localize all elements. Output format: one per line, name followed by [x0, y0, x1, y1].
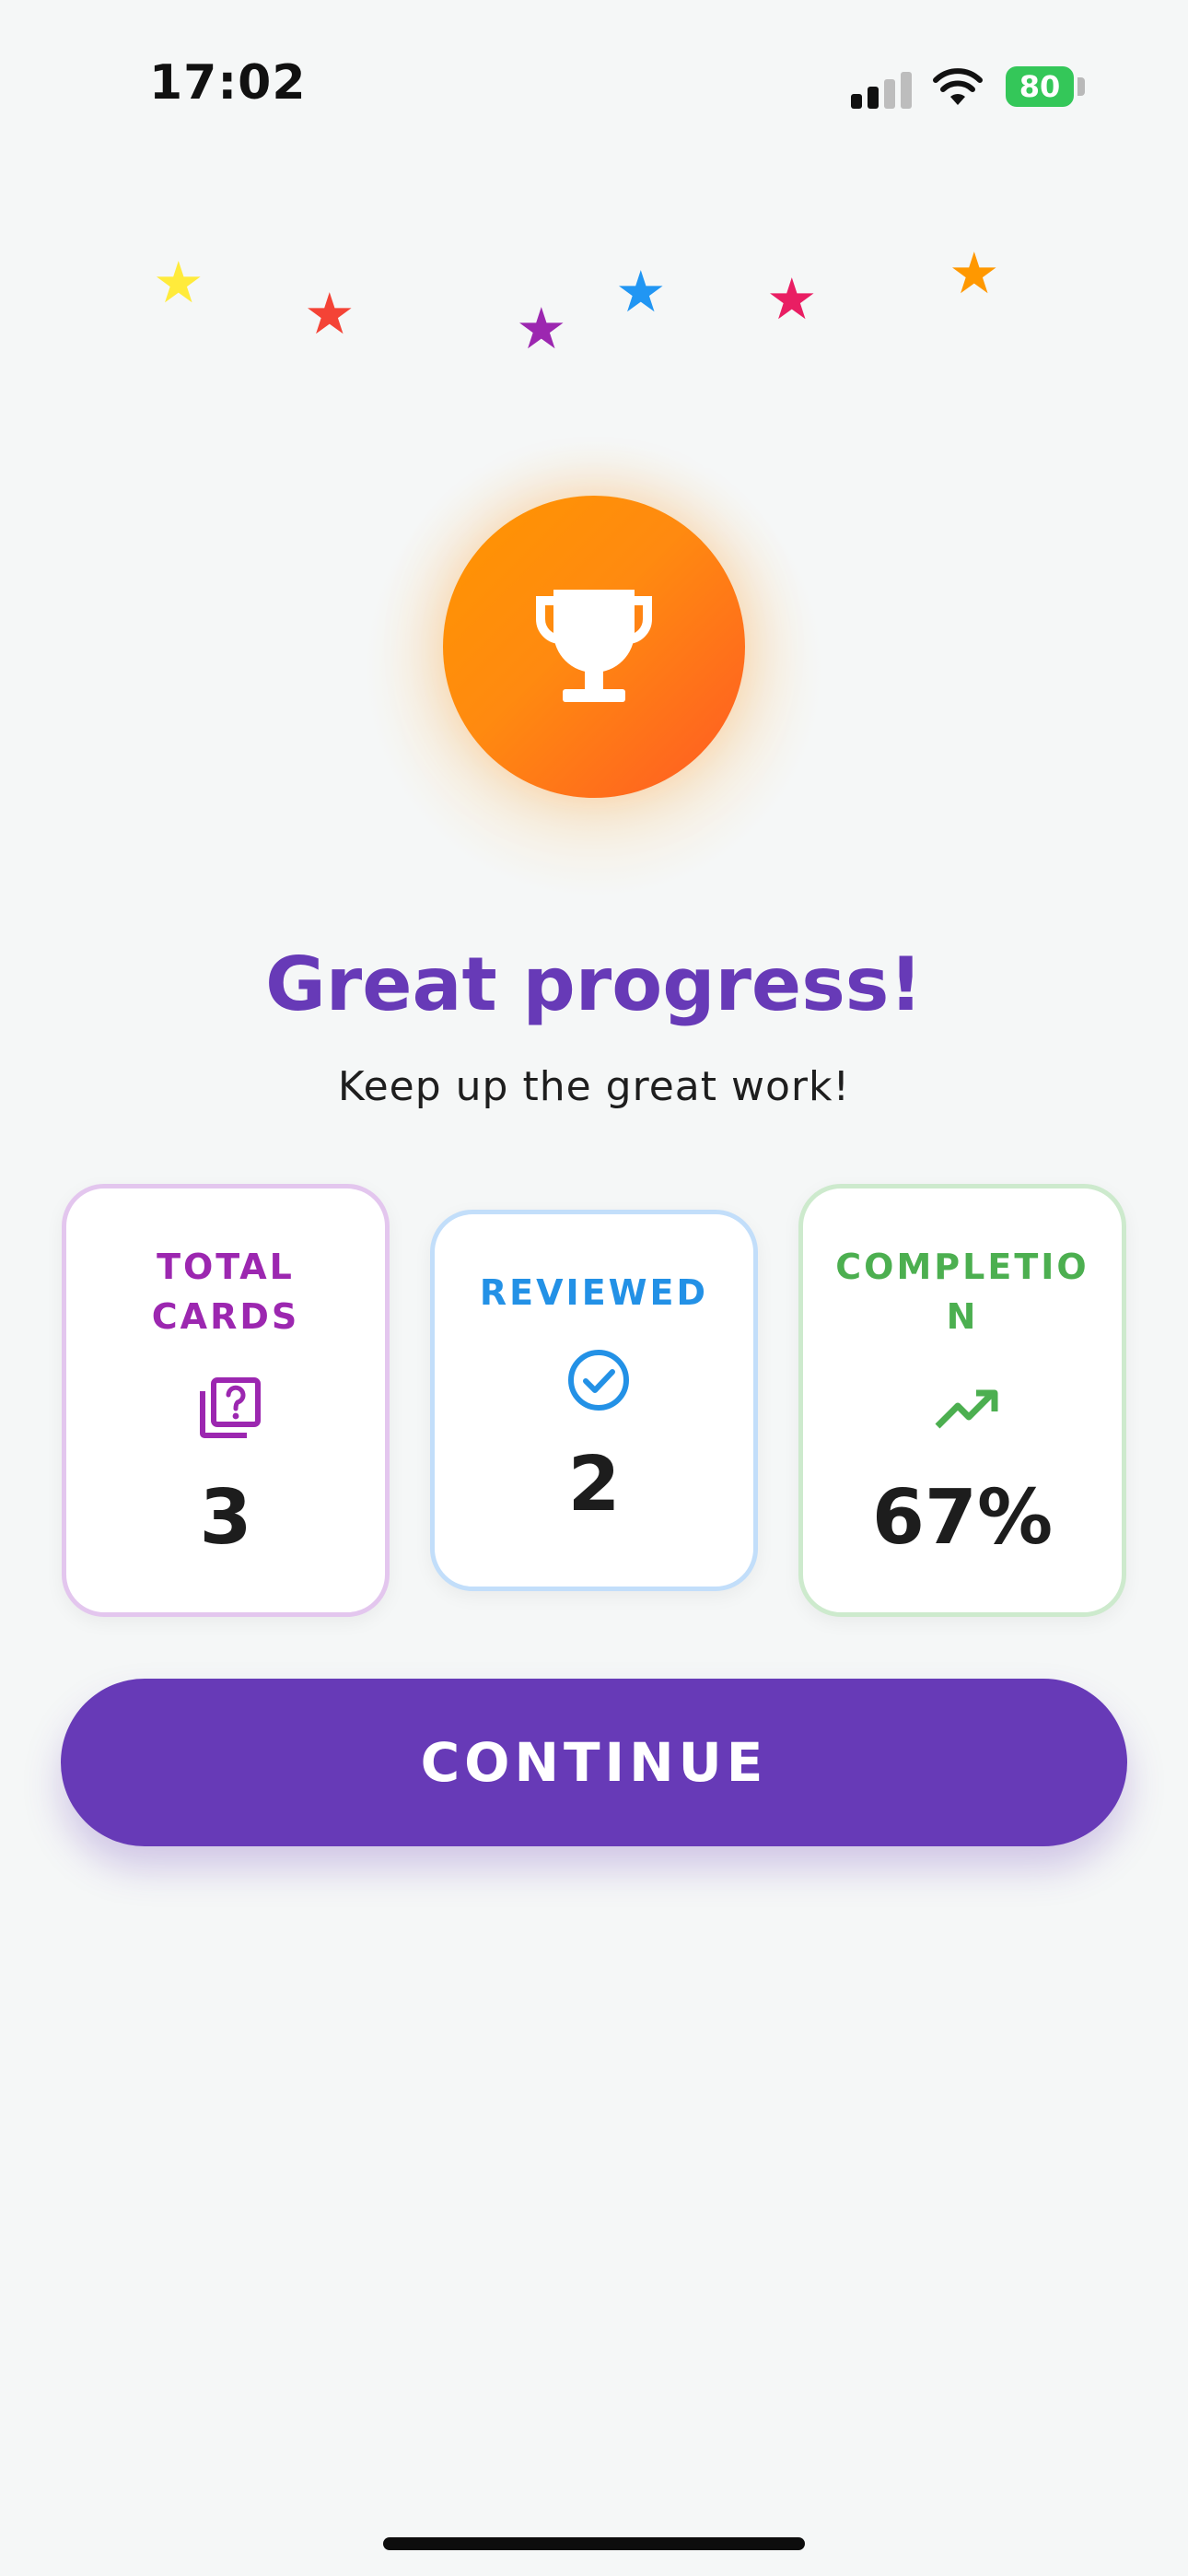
stat-value: 3 — [199, 1474, 252, 1562]
star-icon: ★ — [153, 249, 204, 316]
completion-screen: 17:02 80 ★ ★ ★ ★ ★ ★ Great progress! Kee… — [0, 0, 1188, 2576]
home-indicator[interactable] — [383, 2537, 805, 2550]
page-title: Great progress! — [265, 942, 923, 1027]
stat-label: TOTAL CARDS — [151, 1247, 300, 1337]
stat-label: REVIEWED — [479, 1272, 709, 1313]
continue-button[interactable]: CONTINUE — [61, 1679, 1127, 1846]
battery-cap — [1077, 77, 1085, 96]
star-icon: ★ — [304, 280, 355, 347]
stat-card-reviewed: REVIEWED 2 — [430, 1210, 758, 1591]
battery-icon: 80 — [1006, 66, 1074, 107]
stat-label: COMPLETION — [835, 1247, 1089, 1337]
wifi-icon — [933, 68, 983, 105]
signal-icon — [851, 72, 914, 109]
question-cards-icon — [200, 1377, 261, 1438]
check-circle-icon — [568, 1350, 629, 1411]
star-icon: ★ — [766, 265, 818, 333]
status-time: 17:02 — [149, 55, 307, 111]
stat-card-total-cards: TOTAL CARDS 3 — [62, 1184, 390, 1617]
stat-value: 2 — [567, 1441, 621, 1528]
battery-level: 80 — [1019, 69, 1061, 104]
trending-up-icon — [935, 1389, 998, 1429]
star-icon: ★ — [615, 258, 667, 325]
trophy-icon — [536, 590, 652, 702]
star-icon: ★ — [516, 295, 567, 362]
stat-value: 67% — [871, 1474, 1054, 1562]
stat-card-completion: COMPLETION 67% — [798, 1184, 1126, 1617]
page-subtitle: Keep up the great work! — [337, 1063, 851, 1110]
star-icon: ★ — [949, 240, 1000, 307]
